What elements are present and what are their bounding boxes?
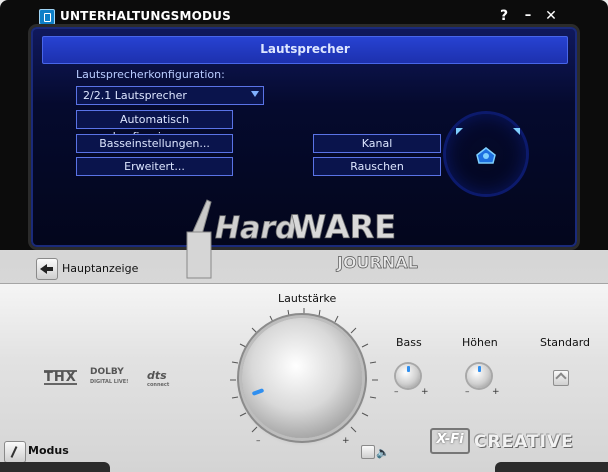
- window-title: UNTERHALTUNGSMODUS: [60, 9, 231, 23]
- dolby-sub-logo: DIGITAL LIVE!: [90, 379, 129, 385]
- treble-minus-label: –: [465, 387, 470, 397]
- dolby-logo: DOLBY: [90, 367, 124, 377]
- listener-icon: [476, 147, 496, 164]
- help-button[interactable]: ?: [494, 7, 514, 25]
- home-label[interactable]: Hauptanzeige: [62, 262, 138, 275]
- speaker-config-select[interactable]: 2/2.1 Lautsprecher: [76, 86, 264, 105]
- thx-logo: THX: [44, 370, 77, 385]
- watermark-hard: Hard: [215, 211, 297, 246]
- advanced-button[interactable]: Erweitert...: [76, 157, 233, 176]
- footer-right-edge: [495, 462, 608, 472]
- dts-sub-logo: connect: [147, 382, 170, 388]
- standard-reset-button[interactable]: [553, 370, 569, 386]
- close-button[interactable]: ✕: [541, 7, 561, 25]
- panel-title: Lautsprecher: [260, 42, 350, 56]
- watermark-ware: WARE: [291, 208, 396, 246]
- treble-label: Höhen: [462, 336, 498, 349]
- left-speaker-icon[interactable]: [456, 128, 463, 135]
- treble-plus-label: +: [492, 387, 500, 397]
- watermark-journal: JOURNAL: [336, 253, 418, 272]
- mode-icon[interactable]: [4, 441, 26, 463]
- dropdown-arrow-icon: [251, 91, 259, 97]
- creative-logo: CREATIVE: [474, 432, 574, 452]
- noise-button[interactable]: Rauschen: [313, 157, 441, 176]
- treble-indicator: [478, 366, 481, 372]
- volume-knob[interactable]: [242, 318, 362, 438]
- footer-left-edge: [0, 462, 110, 472]
- speaker-config-label: Lautsprecherkonfiguration:: [76, 68, 225, 81]
- mode-label[interactable]: Modus: [28, 444, 69, 457]
- channel-button[interactable]: Kanal: [313, 134, 441, 153]
- minimize-button[interactable]: –: [518, 7, 538, 25]
- bass-settings-button[interactable]: Basseinstellungen...: [76, 134, 233, 153]
- app-icon: [39, 9, 55, 25]
- bass-label: Bass: [396, 336, 422, 349]
- mute-button[interactable]: [361, 445, 375, 459]
- xfi-logo: X-Fi: [430, 428, 470, 454]
- standard-label: Standard: [540, 336, 591, 349]
- volume-minus-label: –: [256, 436, 261, 446]
- panel-header: Lautsprecher: [42, 36, 568, 64]
- volume-plus-label: +: [342, 436, 350, 446]
- bass-minus-label: –: [394, 387, 399, 397]
- speaker-icon: 🔈: [376, 446, 390, 459]
- right-speaker-icon[interactable]: [513, 128, 520, 135]
- app-window: UNTERHALTUNGSMODUS ? – ✕ Lautsprecher La…: [0, 0, 608, 472]
- speaker-config-value: 2/2.1 Lautsprecher: [83, 89, 187, 102]
- hardware-journal-watermark: Hard WARE JOURNAL: [186, 199, 418, 279]
- bass-plus-label: +: [421, 387, 429, 397]
- dts-logo: dts: [147, 369, 167, 382]
- auto-configure-button[interactable]: Automatisch konfigurieren...: [76, 110, 233, 143]
- bass-indicator: [407, 366, 410, 372]
- back-arrow-icon[interactable]: [36, 258, 58, 280]
